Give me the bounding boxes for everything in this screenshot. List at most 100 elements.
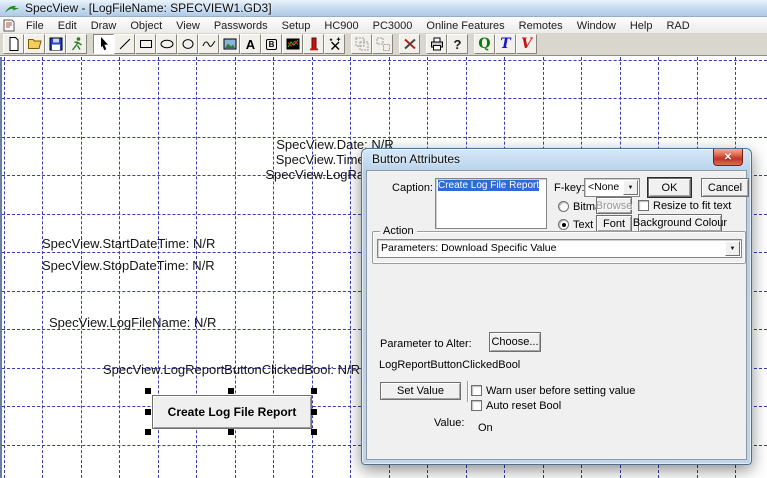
rectangle-tool-button[interactable] [135, 34, 156, 54]
warn-user-label: Warn user before setting value [486, 385, 636, 397]
group-icon [355, 37, 368, 51]
action-dropdown-arrow-icon[interactable]: ▼ [725, 241, 740, 256]
text-radio[interactable] [558, 219, 569, 230]
menu-item-object[interactable]: Object [123, 20, 169, 32]
selection-handle[interactable] [145, 429, 151, 435]
bargraph-button[interactable] [303, 34, 324, 54]
dialog-content: Caption: Create Log File Report F-key: <… [366, 170, 749, 460]
browse-button: Browse [596, 197, 632, 214]
selection-handle[interactable] [145, 388, 151, 394]
grid-line [350, 57, 351, 478]
text-tool-button[interactable]: A [240, 34, 261, 54]
menu-item-pc3000[interactable]: PC3000 [366, 20, 420, 32]
menu-item-draw[interactable]: Draw [84, 20, 124, 32]
mdi-document-icon[interactable] [2, 19, 16, 32]
menu-item-hc900[interactable]: HC900 [317, 20, 365, 32]
trend-chart-icon [286, 38, 299, 50]
quick-start-button[interactable]: Q [474, 34, 495, 54]
tools-icon [403, 38, 416, 50]
auto-reset-bool-label: Auto reset Bool [486, 400, 562, 412]
help-button[interactable]: ? [447, 34, 468, 54]
tools-button[interactable] [399, 34, 420, 54]
menu-item-file[interactable]: File [19, 20, 51, 32]
bargraph-icon [309, 37, 318, 51]
menu-item-setup[interactable]: Setup [275, 20, 318, 32]
action-select[interactable]: Parameters: Download Specific Value ▼ [377, 239, 742, 258]
trend-t-button[interactable]: T [495, 34, 516, 54]
variable-v-button[interactable]: V [516, 34, 537, 54]
ok-button[interactable]: OK [647, 177, 692, 198]
dialog-title: Button Attributes [372, 152, 461, 166]
new-button[interactable] [3, 34, 24, 54]
action-value: Parameters: Download Specific Value [381, 242, 557, 254]
canvas-create-log-file-report-button[interactable]: Create Log File Report [152, 395, 312, 429]
recipe-icon [329, 37, 340, 50]
warn-user-checkbox[interactable] [471, 385, 482, 396]
menu-item-view[interactable]: View [169, 20, 207, 32]
grid-line [2, 98, 767, 99]
runtime-button[interactable] [66, 34, 87, 54]
canvas-label-logreportbool[interactable]: SpecView.LogReportButtonClickedBool: N/R [103, 362, 360, 377]
fkey-dropdown-arrow-icon[interactable]: ▼ [623, 180, 638, 195]
menu-item-rad[interactable]: RAD [659, 20, 696, 32]
t-icon: T [500, 36, 511, 52]
value-label: Value: [434, 417, 465, 429]
bitmap-radio[interactable] [558, 201, 569, 212]
recipe-button[interactable] [324, 34, 345, 54]
specview-logo-icon [5, 5, 19, 13]
font-button[interactable]: Font [596, 215, 632, 232]
selection-handle[interactable] [311, 429, 317, 435]
selection-handle[interactable] [145, 409, 151, 415]
button-tool-icon: B [265, 38, 278, 50]
help-icon: ? [453, 36, 462, 52]
canvas-label-startdatetime[interactable]: SpecView.StartDateTime: N/R [42, 236, 215, 251]
menu-item-passwords[interactable]: Passwords [207, 20, 275, 32]
menu-item-help[interactable]: Help [623, 20, 660, 32]
cancel-button[interactable]: Cancel [701, 178, 749, 197]
canvas-label-stopdatetime[interactable]: SpecView.StopDateTime: N/R [42, 258, 215, 273]
dialog-close-button[interactable]: ✕ [713, 149, 743, 166]
fkey-value: <None [588, 181, 620, 193]
menu-item-online-features[interactable]: Online Features [419, 20, 511, 32]
save-button[interactable] [45, 34, 66, 54]
menu-item-edit[interactable]: Edit [51, 20, 84, 32]
selection-handle[interactable] [228, 388, 234, 394]
open-button[interactable] [24, 34, 45, 54]
canvas-label-logfilename[interactable]: SpecView.LogFileName: N/R [49, 315, 216, 330]
button-attributes-dialog: Button Attributes ✕ Caption: Create Log … [361, 148, 752, 465]
selection-handle[interactable] [311, 409, 317, 415]
ellipse-tool-button[interactable] [156, 34, 177, 54]
trend-chart-button[interactable] [282, 34, 303, 54]
image-tool-button[interactable] [219, 34, 240, 54]
choose-button[interactable]: Choose... [489, 332, 541, 352]
auto-reset-bool-checkbox[interactable] [471, 400, 482, 411]
group-button[interactable] [351, 34, 372, 54]
set-value-button[interactable]: Set Value [380, 382, 461, 400]
selection-handle[interactable] [311, 388, 317, 394]
fkey-select[interactable]: <None ▼ [584, 178, 640, 197]
resize-to-fit-checkbox[interactable] [638, 200, 649, 211]
close-icon: ✕ [723, 151, 733, 163]
text-tool-icon: A [245, 36, 256, 52]
pointer-icon [100, 37, 108, 51]
rectangle-icon [139, 40, 152, 48]
oval-icon [182, 39, 193, 49]
polyline-tool-button[interactable] [198, 34, 219, 54]
button-tool-button[interactable]: B [261, 34, 282, 54]
print-button[interactable] [426, 34, 447, 54]
oval-tool-button[interactable] [177, 34, 198, 54]
new-icon [9, 37, 18, 51]
menu-item-window[interactable]: Window [570, 20, 623, 32]
menu-item-remotes[interactable]: Remotes [512, 20, 570, 32]
ungroup-icon [376, 37, 390, 51]
ellipse-icon [160, 39, 173, 49]
window-title: SpecView - [LogFileName: SPECVIEW1.GD3] [25, 1, 272, 15]
ungroup-button[interactable] [372, 34, 393, 54]
window-titlebar: SpecView - [LogFileName: SPECVIEW1.GD3] [0, 0, 767, 17]
caption-selected-text: Create Log File Report [438, 180, 540, 191]
background-colour-button[interactable]: Background Colour [633, 214, 727, 232]
caption-input[interactable]: Create Log File Report [435, 178, 547, 229]
pointer-tool-button[interactable] [93, 34, 114, 54]
selection-handle[interactable] [228, 429, 234, 435]
line-tool-button[interactable] [114, 34, 135, 54]
